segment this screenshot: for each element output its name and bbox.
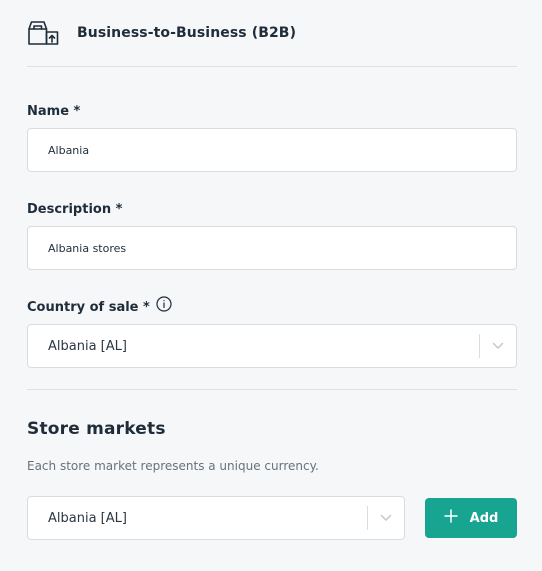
store-markets-description: Each store market represents a unique cu… xyxy=(27,459,319,473)
country-label: Country of sale * xyxy=(27,296,517,317)
description-label-text: Description * xyxy=(27,201,123,217)
chevron-down-icon[interactable] xyxy=(480,342,516,350)
plus-icon xyxy=(443,509,458,527)
description-label: Description * xyxy=(27,199,517,219)
page-title: Business-to-Business (B2B) xyxy=(77,25,297,41)
description-field[interactable] xyxy=(27,226,517,270)
panel-header: Business-to-Business (B2B) xyxy=(27,0,517,67)
country-of-sale-select[interactable]: Albania [AL] xyxy=(27,324,517,368)
b2b-settings-panel: Business-to-Business (B2B) Name * Descri… xyxy=(0,0,542,571)
box-upload-icon xyxy=(27,19,59,47)
chevron-down-icon[interactable] xyxy=(368,514,404,522)
store-markets-title: Store markets xyxy=(27,419,166,439)
store-market-select[interactable]: Albania [AL] xyxy=(27,496,405,540)
add-store-market-button[interactable]: Add xyxy=(425,498,517,538)
country-label-text: Country of sale * xyxy=(27,299,150,315)
store-market-row: Albania [AL] Add xyxy=(27,496,517,540)
market-selected-value: Albania [AL] xyxy=(48,510,127,526)
add-button-label: Add xyxy=(469,510,499,526)
section-divider xyxy=(27,389,517,390)
name-label-text: Name * xyxy=(27,103,81,119)
country-selected-value: Albania [AL] xyxy=(48,338,127,354)
name-field[interactable] xyxy=(27,128,517,172)
info-icon[interactable] xyxy=(156,296,172,312)
name-label: Name * xyxy=(27,101,517,121)
